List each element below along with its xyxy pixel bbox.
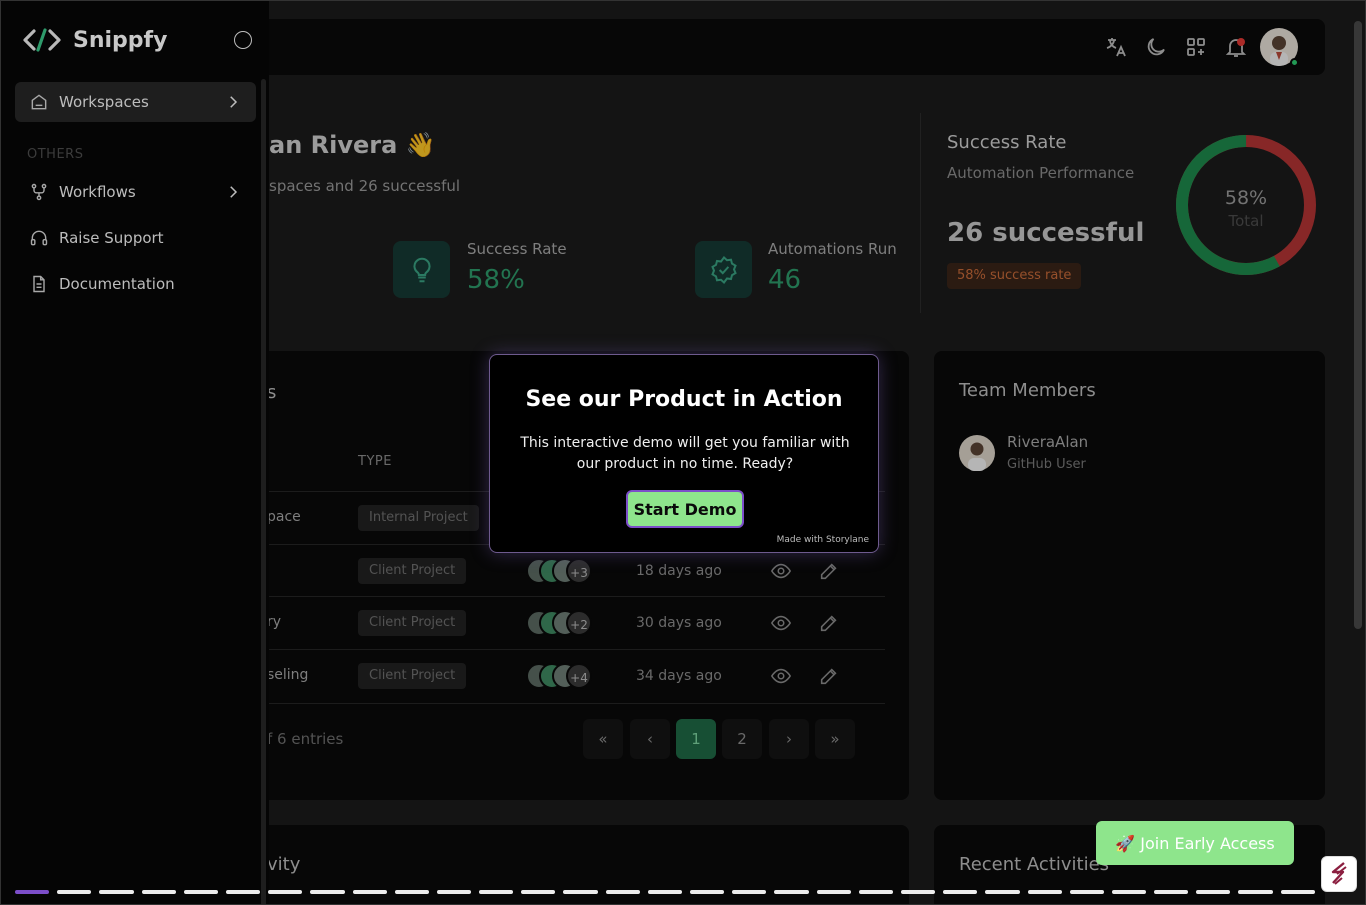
progress-step — [1238, 890, 1273, 894]
chevron-right-icon — [230, 186, 238, 198]
sidebar-item-label: Raise Support — [59, 229, 164, 247]
home-icon — [31, 94, 47, 110]
modal-title: See our Product in Action — [525, 387, 843, 412]
code-logo-icon — [23, 28, 61, 52]
progress-step — [647, 890, 682, 894]
storylane-badge[interactable] — [1321, 856, 1357, 892]
sidebar-item-documentation[interactable]: Documentation — [15, 264, 256, 304]
progress-step — [15, 890, 50, 894]
progress-step — [436, 890, 472, 894]
join-early-access-button[interactable]: 🚀 Join Early Access — [1096, 821, 1294, 865]
progress-step — [268, 890, 303, 894]
progress-step — [943, 890, 978, 894]
sidebar-item-workflows[interactable]: Workflows — [15, 172, 256, 212]
progress-step — [605, 890, 640, 894]
progress-step — [352, 890, 387, 894]
progress-step — [310, 890, 345, 894]
progress-step — [690, 890, 725, 894]
storylane-logo-icon — [1331, 862, 1347, 885]
logo[interactable]: Snippfy — [23, 25, 167, 55]
progress-step — [858, 890, 893, 894]
progress-step — [394, 890, 429, 894]
progress-step — [99, 890, 134, 894]
sidebar-item-label: Documentation — [59, 275, 175, 293]
headphones-icon — [30, 230, 48, 246]
sidebar-item-label: Workspaces — [59, 93, 149, 111]
demo-modal: See our Product in Action This interacti… — [489, 354, 879, 553]
progress-step — [183, 890, 218, 894]
modal-body: This interactive demo will get you famil… — [520, 435, 850, 472]
sidebar-item-workspaces[interactable]: Workspaces — [15, 82, 256, 122]
progress-step — [774, 890, 809, 894]
sidebar-section-label: OTHERS — [27, 147, 84, 162]
workflow-icon — [31, 183, 47, 201]
sidebar-item-label: Workflows — [59, 183, 136, 201]
start-demo-button[interactable]: Start Demo — [626, 490, 744, 528]
storylane-credit[interactable]: Made with Storylane — [777, 535, 869, 545]
app-name: Snippfy — [73, 27, 168, 53]
progress-step — [141, 890, 176, 894]
sidebar-scrollbar[interactable] — [261, 79, 266, 904]
progress-step — [1280, 890, 1315, 894]
progress-step — [1111, 890, 1147, 894]
demo-progress-bar — [15, 890, 1315, 894]
progress-step — [985, 890, 1020, 894]
app-window: an Rivera 👋 spaces and 26 successful Suc… — [0, 0, 1366, 905]
progress-step — [479, 890, 514, 894]
sidebar-item-raise-support[interactable]: Raise Support — [15, 218, 256, 258]
progress-step — [225, 890, 261, 894]
progress-step — [816, 890, 851, 894]
progress-step — [1069, 890, 1104, 894]
progress-step — [900, 890, 936, 894]
progress-step — [732, 890, 767, 894]
progress-step — [563, 890, 598, 894]
progress-step — [521, 890, 556, 894]
progress-step — [57, 890, 92, 894]
sidebar-toggle-button[interactable] — [234, 31, 252, 49]
progress-step — [1154, 890, 1189, 894]
progress-step — [1196, 890, 1231, 894]
document-icon — [33, 275, 45, 293]
progress-step — [1027, 890, 1062, 894]
chevron-right-icon — [230, 96, 238, 108]
sidebar: Snippfy Workspaces OTHERS Workflows Rais… — [1, 1, 269, 904]
